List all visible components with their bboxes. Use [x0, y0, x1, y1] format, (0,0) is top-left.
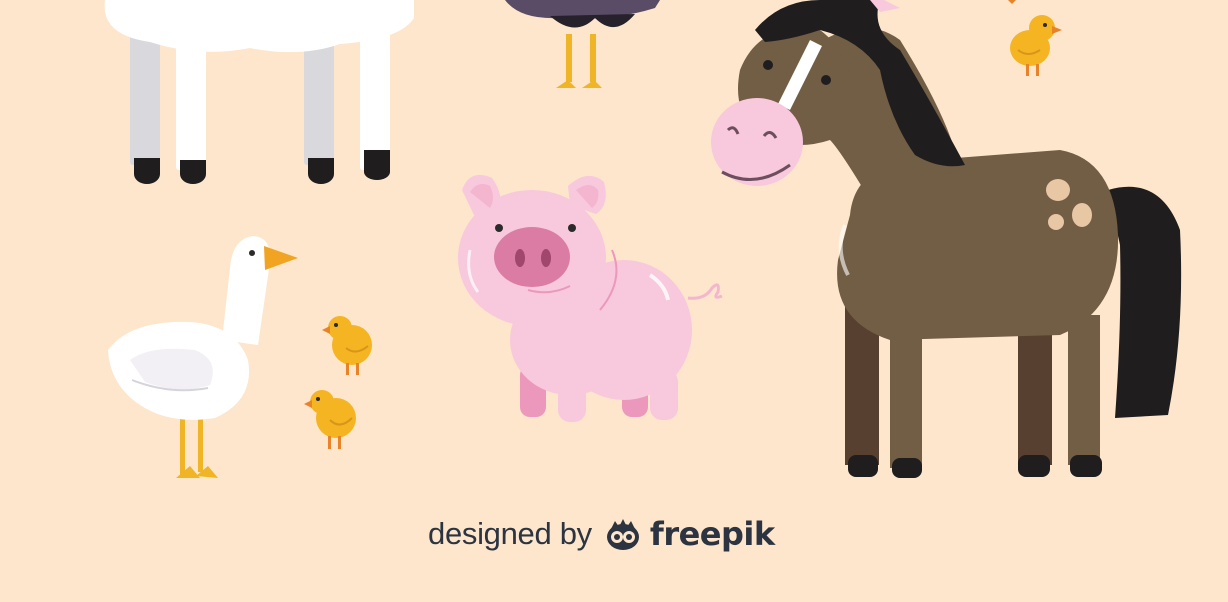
freepik-brand-text: freepik [649, 515, 775, 553]
freepik-credit: designed by freepik [428, 512, 775, 556]
designed-by-text: designed by [428, 516, 592, 551]
freepik-logo-icon [606, 519, 639, 550]
